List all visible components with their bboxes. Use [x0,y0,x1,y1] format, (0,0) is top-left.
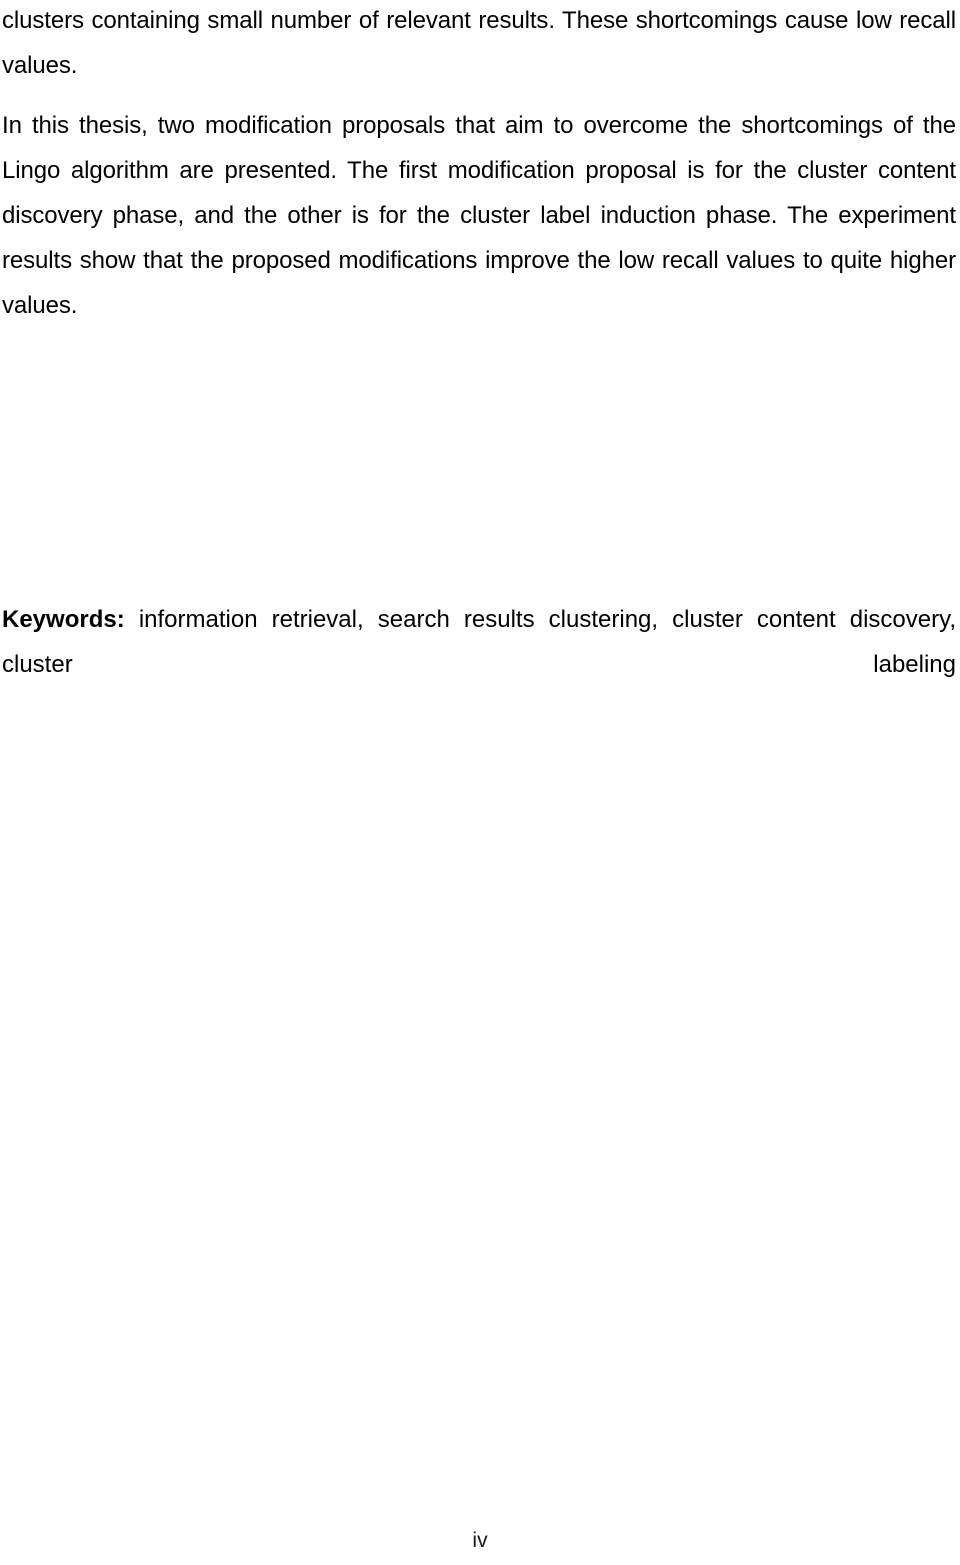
keywords-label: Keywords: [2,606,125,633]
main-paragraph: In this thesis, two modification proposa… [2,112,956,319]
page-number: iv [472,1529,488,1552]
keywords-list: information retrieval, search results cl… [2,606,957,678]
keywords-block: Keywords: information retrieval, search … [2,597,956,732]
document-page: clusters containing small number of rele… [0,0,960,1565]
